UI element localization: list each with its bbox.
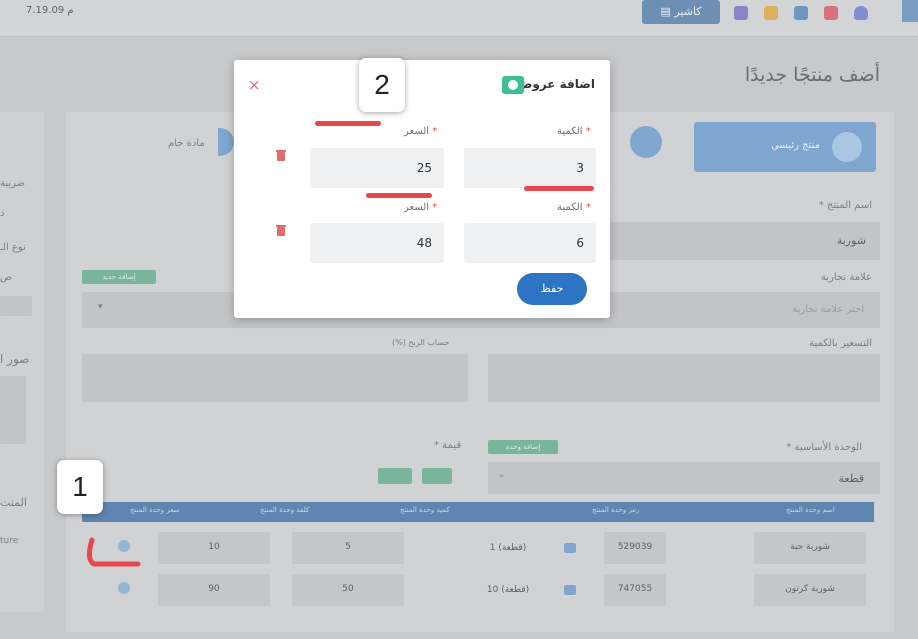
callout-2: 2 bbox=[359, 58, 405, 112]
value-label: قيمة * bbox=[434, 440, 462, 451]
profit-label: حساب الربح (%) bbox=[392, 338, 450, 347]
printer-icon: ▤ bbox=[660, 5, 675, 18]
left-label-tax: ضريبة bbox=[0, 178, 26, 189]
value-option-1[interactable] bbox=[378, 468, 412, 484]
product-type-raw[interactable]: مادة خام bbox=[168, 138, 205, 149]
trash-icon[interactable] bbox=[276, 224, 286, 236]
base-unit-label: الوحدة الأساسية * bbox=[786, 442, 862, 453]
add-brand-button[interactable]: إضافة جديد bbox=[82, 270, 156, 284]
th-unit-code: رمز وحدة المنتج bbox=[592, 506, 640, 514]
value-option-2[interactable] bbox=[422, 468, 452, 484]
price-label-1: * السعر bbox=[404, 126, 437, 137]
left-field[interactable] bbox=[0, 296, 32, 316]
table-row-1-name: شوربة حبة bbox=[754, 532, 866, 564]
page-title: أضف منتجًا جديدًا bbox=[744, 64, 880, 86]
close-icon[interactable]: × bbox=[248, 76, 261, 94]
product-name-value: شوربة bbox=[836, 234, 866, 247]
th-unit-name: اسم وحدة المنتج bbox=[786, 506, 835, 514]
menu-icon[interactable] bbox=[902, 0, 918, 22]
left-label-images: صور ا bbox=[0, 352, 30, 366]
profit-field[interactable] bbox=[82, 354, 468, 402]
qty-label-text: الكمية bbox=[557, 202, 583, 213]
modal-title: اضافة عروض bbox=[516, 77, 595, 91]
base-unit-value: قطعة bbox=[838, 472, 865, 485]
left-label-ture: ture bbox=[0, 536, 19, 546]
top-bar bbox=[0, 0, 918, 37]
table-row-2-code[interactable]: 747055 bbox=[604, 574, 666, 606]
bell-icon[interactable] bbox=[854, 6, 868, 20]
red-underline bbox=[524, 186, 594, 191]
table-row-2-price[interactable]: 90 bbox=[158, 574, 270, 606]
product-name-label: اسم المنتج * bbox=[818, 200, 872, 211]
add-unit-button[interactable]: إضافة وحدة bbox=[488, 440, 558, 454]
date-display: 7.19.09 م bbox=[26, 5, 74, 16]
chevron-down-icon: ▾ bbox=[98, 302, 103, 312]
qty-pricing-label: التسعير بالكمية bbox=[809, 338, 872, 349]
red-hook-mark bbox=[86, 537, 141, 567]
trash-icon[interactable] bbox=[276, 149, 286, 161]
table-row-1-unit-qty: 1 (قطعة) bbox=[489, 543, 527, 553]
cashier-label: كاشير bbox=[674, 5, 702, 18]
left-label-type: نوع الـ bbox=[0, 242, 26, 253]
price-label-text: السعر bbox=[404, 126, 430, 137]
callout-1: 1 bbox=[57, 460, 103, 514]
product-type-main[interactable]: منتج رئيسي bbox=[694, 122, 876, 172]
price-label-text: السعر bbox=[404, 202, 430, 213]
chevron-down-icon: ⌄ bbox=[498, 470, 506, 480]
box-icon bbox=[832, 132, 862, 162]
barcode-icon[interactable] bbox=[564, 543, 576, 553]
brand-label: علامة تجارية bbox=[820, 272, 872, 283]
offer-qty-input-2[interactable]: 6 bbox=[464, 223, 596, 263]
required-mark: * bbox=[585, 202, 591, 213]
qty-label-1: * الكمية bbox=[557, 126, 591, 137]
offer-price-input-2[interactable]: 48 bbox=[310, 223, 444, 263]
qty-label-text: الكمية bbox=[557, 126, 583, 137]
combo-icon[interactable] bbox=[630, 126, 662, 158]
left-label-d: د bbox=[0, 208, 5, 219]
table-row-1-price[interactable]: 10 bbox=[158, 532, 270, 564]
table-row-2-cost[interactable]: 50 bbox=[292, 574, 404, 606]
barcode-icon[interactable] bbox=[564, 585, 576, 595]
required-mark: * bbox=[432, 202, 438, 213]
brand-placeholder: اختر علامة تجارية bbox=[792, 304, 864, 315]
table-row-2-unit-qty: 10 (قطعة) bbox=[486, 585, 530, 595]
red-underline bbox=[366, 193, 432, 198]
row-2-radio[interactable] bbox=[118, 582, 130, 594]
chat-icon[interactable] bbox=[794, 6, 808, 20]
qty-pricing-field[interactable] bbox=[488, 354, 880, 402]
app-icon[interactable] bbox=[734, 6, 748, 20]
crown-icon[interactable] bbox=[764, 6, 778, 20]
units-table-header bbox=[82, 502, 874, 522]
plus-icon bbox=[502, 76, 524, 94]
red-underline bbox=[315, 121, 381, 126]
save-button[interactable]: حفظ bbox=[517, 273, 587, 305]
gift-icon[interactable] bbox=[824, 6, 838, 20]
offer-qty-input-1[interactable]: 3 bbox=[464, 148, 596, 188]
base-unit-select[interactable]: ⌄ قطعة bbox=[488, 462, 880, 494]
required-mark: * bbox=[585, 126, 591, 137]
cashier-button[interactable]: ▤ كاشير bbox=[642, 0, 720, 24]
left-label-s: ص bbox=[0, 272, 13, 283]
th-unit-price: سعر وحدة المنتج bbox=[130, 506, 180, 514]
product-type-main-label: منتج رئيسي bbox=[771, 140, 820, 151]
table-row-2-name: شوربة كرتون bbox=[754, 574, 866, 606]
table-row-1-code[interactable]: 529039 bbox=[604, 532, 666, 564]
required-mark: * bbox=[432, 126, 438, 137]
th-unit-qty: كمية وحدة المنتج bbox=[400, 506, 450, 514]
th-unit-cost: كلفة وحدة المنتج bbox=[260, 506, 310, 514]
price-label-2: * السعر bbox=[404, 202, 437, 213]
offer-price-input-1[interactable]: 25 bbox=[310, 148, 444, 188]
qty-label-2: * الكمية bbox=[557, 202, 591, 213]
left-label-product: المنت bbox=[0, 496, 27, 509]
image-upload-box[interactable] bbox=[0, 376, 26, 444]
table-row-1-cost[interactable]: 5 bbox=[292, 532, 404, 564]
